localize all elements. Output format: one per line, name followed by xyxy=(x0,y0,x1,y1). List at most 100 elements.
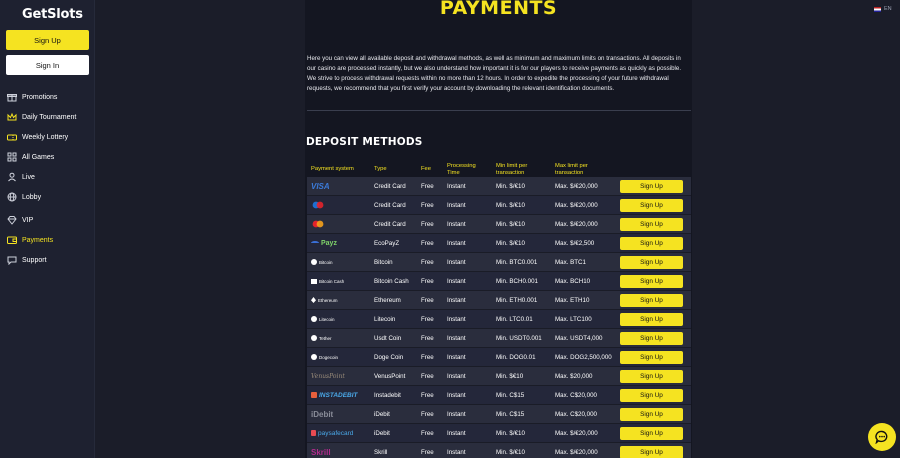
payz-logo-icon: Payz xyxy=(311,237,337,249)
diamond-icon xyxy=(6,215,17,226)
min-limit: Min. $/€10 xyxy=(496,239,525,247)
mastercard-logo-icon xyxy=(311,218,325,230)
payment-fee: Free xyxy=(421,429,434,437)
table-row: Bitcoin Cash Bitcoin Cash Free Instant Min. … xyxy=(307,272,691,291)
max-limit: Max. ETH10 xyxy=(555,296,590,304)
max-limit: Max. BCH10 xyxy=(555,277,591,285)
row-signup-button[interactable]: Sign Up xyxy=(620,275,683,288)
max-limit: Max. LTC100 xyxy=(555,315,592,323)
column-header: Fee xyxy=(421,166,431,172)
max-limit: Max. USDT4,000 xyxy=(555,334,603,342)
wallet-icon xyxy=(6,235,17,246)
live-chat-button[interactable] xyxy=(868,423,896,451)
sidebar-item-label: Payments xyxy=(22,236,54,244)
sidebar-item-label: Weekly Lottery xyxy=(22,133,69,141)
min-limit: Min. $€10 xyxy=(496,372,524,380)
processing-time: Instant xyxy=(447,315,466,323)
max-limit: Max. $/€20,000 xyxy=(555,182,598,190)
row-signup-button[interactable]: Sign Up xyxy=(620,446,683,458)
chat-icon xyxy=(6,255,17,266)
sidebar-item-promotions[interactable]: Promotions xyxy=(6,87,92,107)
table-row: VenusPoint VenusPoint Free Instant Min. $€10… xyxy=(307,367,691,386)
payment-fee: Free xyxy=(421,201,434,209)
globe-icon xyxy=(6,192,17,203)
divider xyxy=(307,110,691,111)
skrill-logo-icon: Skrill xyxy=(311,447,331,457)
row-signup-button[interactable]: Sign Up xyxy=(620,313,683,326)
table-row: Credit Card Free Instant Min. $/€10 Max. $/€… xyxy=(307,196,691,215)
payment-type: Credit Card xyxy=(374,220,406,228)
min-limit: Min. DOG0.01 xyxy=(496,353,536,361)
max-limit: Max. $/€20,000 xyxy=(555,448,598,456)
max-limit: Max. $/€20,000 xyxy=(555,429,598,437)
row-signup-button[interactable]: Sign Up xyxy=(620,332,683,345)
payment-fee: Free xyxy=(421,296,434,304)
row-signup-button[interactable]: Sign Up xyxy=(620,237,683,250)
sidebar-nav: Promotions Daily Tournament Weekly Lotte… xyxy=(6,87,92,270)
sidebar-item-label: All Games xyxy=(22,153,55,161)
site-logo[interactable]: GetSlots xyxy=(22,7,94,22)
sidebar-item-label: VIP xyxy=(22,216,34,224)
sidebar-item-label: Live xyxy=(22,173,35,181)
dogecoin-logo-icon: Dogecoin xyxy=(311,351,338,363)
sidebar-item-weekly-lottery[interactable]: Weekly Lottery xyxy=(6,127,92,147)
table-row: INSTADEBIT Instadebit Free Instant Min. C$15… xyxy=(307,386,691,405)
row-signup-button[interactable]: Sign Up xyxy=(620,180,683,193)
processing-time: Instant xyxy=(447,296,466,304)
payment-fee: Free xyxy=(421,353,434,361)
language-selector[interactable]: EN xyxy=(874,6,892,12)
min-limit: Min. LTC0.01 xyxy=(496,315,533,323)
sidebar-item-lobby[interactable]: Lobby xyxy=(6,187,92,207)
table-row: iDebit iDebit Free Instant Min. C$15 Max. C$2… xyxy=(307,405,691,424)
processing-time: Instant xyxy=(447,201,466,209)
payment-type: iDebit xyxy=(374,429,390,437)
sidebar-item-label: Daily Tournament xyxy=(22,113,77,121)
min-limit: Min. $/€10 xyxy=(496,182,525,190)
sidebar-item-support[interactable]: Support xyxy=(6,250,92,270)
row-signup-button[interactable]: Sign Up xyxy=(620,199,683,212)
row-signup-button[interactable]: Sign Up xyxy=(620,351,683,364)
processing-time: Instant xyxy=(447,334,466,342)
payment-fee: Free xyxy=(421,448,434,456)
sidebar-item-live[interactable]: Live xyxy=(6,167,92,187)
crown-icon xyxy=(6,112,17,123)
ethereum-logo-icon: Ethereum xyxy=(311,294,338,306)
min-limit: Min. BTC0.001 xyxy=(496,258,538,266)
table-row: Tether Usdt Coin Free Instant Min. USDT0.001… xyxy=(307,329,691,348)
sidebar-item-vip[interactable]: VIP xyxy=(6,210,92,230)
row-signup-button[interactable]: Sign Up xyxy=(620,408,683,421)
column-header: Type xyxy=(374,166,387,172)
min-limit: Min. BCH0.001 xyxy=(496,277,538,285)
row-signup-button[interactable]: Sign Up xyxy=(620,294,683,307)
min-limit: Min. $/€10 xyxy=(496,448,525,456)
sidebar-signin-button[interactable]: Sign In xyxy=(6,55,89,75)
payment-type: Credit Card xyxy=(374,182,406,190)
column-header: Payment system xyxy=(311,166,354,172)
min-limit: Min. $/€10 xyxy=(496,429,525,437)
table-row: Dogecoin Doge Coin Free Instant Min. DOG0.01… xyxy=(307,348,691,367)
payment-type: iDebit xyxy=(374,410,390,418)
payment-fee: Free xyxy=(421,239,434,247)
sidebar-item-payments[interactable]: Payments xyxy=(6,230,92,250)
table-row: Ethereum Ethereum Free Instant Min. ETH0.001… xyxy=(307,291,691,310)
row-signup-button[interactable]: Sign Up xyxy=(620,389,683,402)
sidebar-signup-button[interactable]: Sign Up xyxy=(6,30,89,50)
processing-time: Instant xyxy=(447,277,466,285)
sidebar-item-daily-tournament[interactable]: Daily Tournament xyxy=(6,107,92,127)
min-limit: Min. C$15 xyxy=(496,391,525,399)
payment-fee: Free xyxy=(421,258,434,266)
payment-type: Instadebit xyxy=(374,391,401,399)
payment-type: Bitcoin xyxy=(374,258,393,266)
sidebar-item-all-games[interactable]: All Games xyxy=(6,147,92,167)
bitcoin-logo-icon: Bitcoin xyxy=(311,256,333,268)
min-limit: Min. ETH0.001 xyxy=(496,296,538,304)
payment-fee: Free xyxy=(421,391,434,399)
row-signup-button[interactable]: Sign Up xyxy=(620,256,683,269)
processing-time: Instant xyxy=(447,448,466,456)
payment-fee: Free xyxy=(421,277,434,285)
payment-type: Credit Card xyxy=(374,201,406,209)
payment-fee: Free xyxy=(421,410,434,418)
row-signup-button[interactable]: Sign Up xyxy=(620,370,683,383)
row-signup-button[interactable]: Sign Up xyxy=(620,218,683,231)
row-signup-button[interactable]: Sign Up xyxy=(620,427,683,440)
